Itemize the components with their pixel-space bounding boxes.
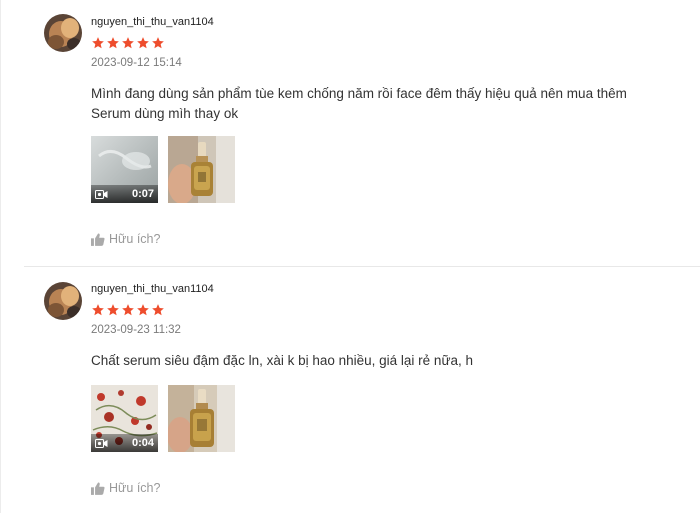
thumbs-up-icon [91, 482, 105, 495]
review-item: nguyen_thi_thu_van1104 2023-09-23 11:32 … [0, 267, 700, 513]
username: nguyen_thi_thu_van1104 [91, 283, 214, 295]
review-media: 0:04 [91, 385, 235, 452]
star-icon [122, 304, 134, 316]
photo-thumbnail[interactable] [168, 136, 235, 203]
review-content: Chất serum siêu đậm đặc ln, xài k bị hao… [91, 353, 473, 368]
star-icon [137, 37, 149, 49]
thumbs-up-icon [91, 233, 105, 246]
star-icon [152, 37, 164, 49]
star-icon [92, 37, 104, 49]
star-icon [107, 37, 119, 49]
review-content: Mình đang dùng sản phẩm tùe kem chống nă… [91, 86, 627, 121]
video-camera-icon [95, 438, 108, 448]
review-timestamp: 2023-09-23 11:32 [91, 324, 181, 336]
helpful-button[interactable]: Hữu ích? [91, 481, 160, 495]
video-thumbnail[interactable]: 0:04 [91, 385, 158, 452]
video-overlay: 0:04 [91, 434, 158, 452]
video-camera-icon [95, 189, 108, 199]
rating-stars [91, 36, 165, 50]
review-timestamp: 2023-09-12 15:14 [91, 57, 182, 69]
helpful-label: Hữu ích? [109, 232, 161, 246]
photo-thumbnail[interactable] [168, 385, 235, 452]
star-icon [92, 304, 104, 316]
video-duration: 0:04 [131, 437, 154, 449]
avatar[interactable] [44, 282, 82, 320]
star-icon [152, 304, 164, 316]
avatar[interactable] [44, 14, 82, 52]
video-thumbnail[interactable]: 0:07 [91, 136, 158, 203]
rating-stars [91, 303, 165, 317]
username: nguyen_thi_thu_van1104 [91, 16, 214, 28]
star-icon [122, 37, 134, 49]
video-duration: 0:07 [131, 188, 154, 200]
helpful-label: Hữu ích? [109, 481, 161, 495]
helpful-button[interactable]: Hữu ích? [91, 232, 160, 246]
review-item: nguyen_thi_thu_van1104 2023-09-12 15:14 … [0, 0, 700, 266]
star-icon [137, 304, 149, 316]
review-media: 0:07 [91, 136, 235, 203]
video-overlay: 0:07 [91, 185, 158, 203]
star-icon [107, 304, 119, 316]
